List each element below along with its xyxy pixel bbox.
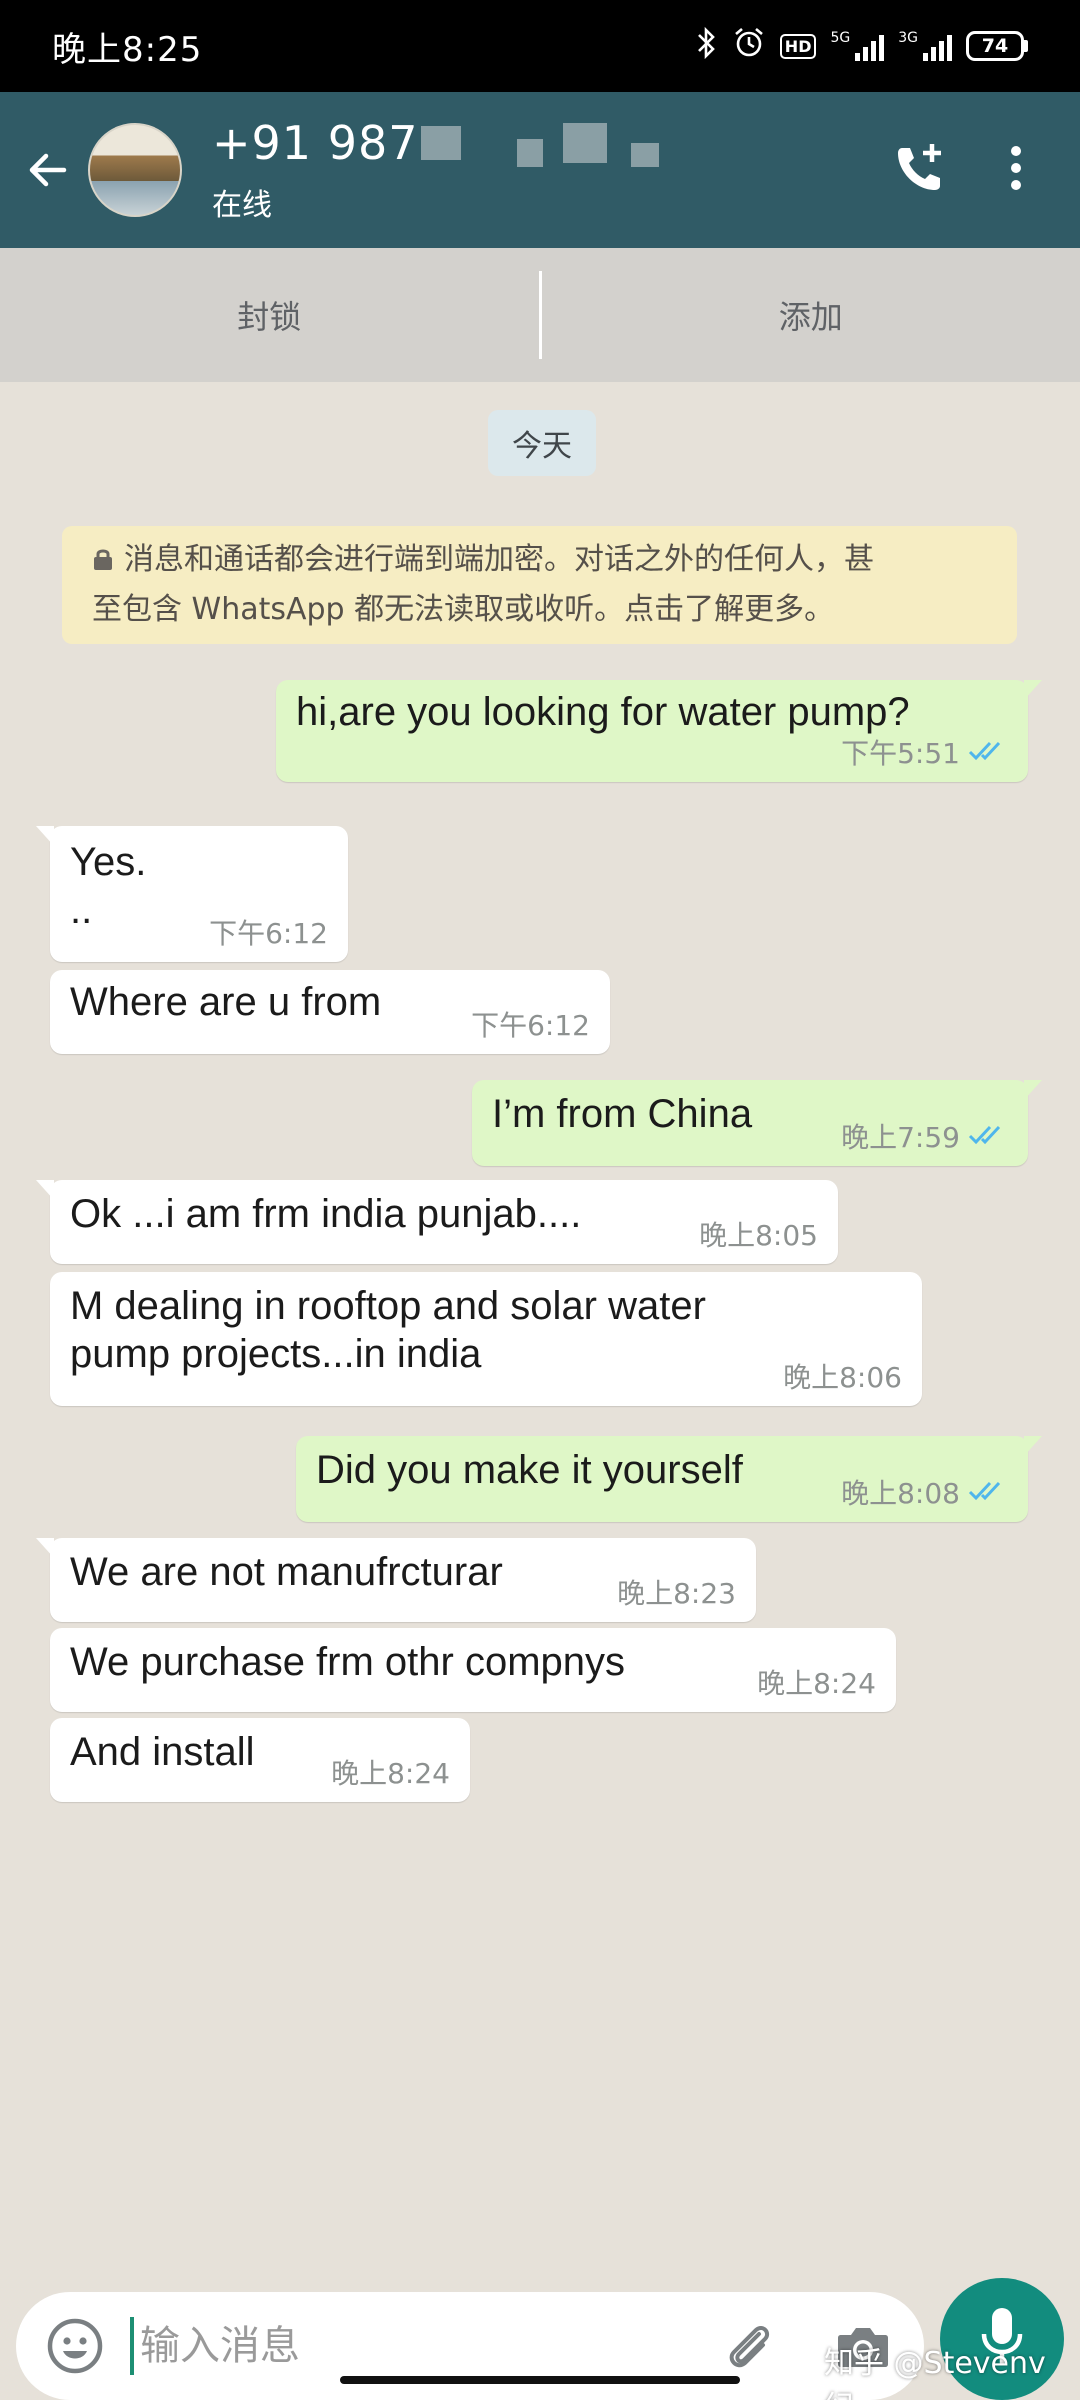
message-time: 晚上8:08 bbox=[841, 1477, 960, 1510]
message-outgoing[interactable]: hi,are you looking for water pump? 下午5:5… bbox=[276, 680, 1042, 782]
message-text: M dealing in rooftop and solar water bbox=[70, 1284, 706, 1328]
message-time: 晚上7:59 bbox=[841, 1121, 960, 1154]
message-time: 下午5:51 bbox=[841, 737, 960, 770]
bluetooth-icon bbox=[696, 26, 718, 67]
message-meta: 晚上8:06 bbox=[783, 1356, 902, 1396]
message-text-line2: .. bbox=[70, 888, 93, 932]
watermark: 知乎 @Stevenv 纪 bbox=[824, 2346, 1046, 2400]
contact-info[interactable]: +91 987 在线 bbox=[212, 116, 892, 224]
message-meta: 晚上8:24 bbox=[757, 1662, 876, 1702]
lock-icon bbox=[92, 538, 114, 586]
message-text: We are not manufrcturar bbox=[70, 1550, 503, 1594]
message-incoming[interactable]: And install 晚上8:24 bbox=[50, 1718, 470, 1802]
message-text: Did you make it yourself bbox=[316, 1448, 743, 1492]
message-text: Ok ...i am frm india punjab.... bbox=[70, 1192, 582, 1236]
status-icons: HD 5G 3G 74 bbox=[696, 26, 1028, 67]
date-chip: 今天 bbox=[488, 410, 596, 476]
emoji-icon[interactable] bbox=[40, 2311, 110, 2381]
message-incoming[interactable]: We are not manufrcturar 晚上8:23 bbox=[36, 1538, 756, 1622]
message-meta: 晚上8:05 bbox=[699, 1214, 818, 1254]
message-input[interactable] bbox=[140, 2323, 714, 2369]
message-meta: 晚上8:23 bbox=[617, 1572, 736, 1612]
message-text-line2: pump projects...in india bbox=[70, 1332, 482, 1376]
message-text: Where are u from bbox=[70, 980, 382, 1024]
message-text: And install bbox=[70, 1730, 255, 1774]
status-bar: 晚上8:25 HD 5G 3G 74 bbox=[0, 0, 1080, 92]
signal-3g-icon: 3G bbox=[898, 31, 952, 61]
alarm-icon bbox=[732, 26, 766, 67]
message-outgoing[interactable]: I’m from China 晚上7:59 bbox=[472, 1080, 1042, 1166]
redacted-number bbox=[420, 126, 461, 160]
read-ticks-icon bbox=[968, 736, 1008, 769]
message-incoming[interactable]: We purchase frm othr compnys 晚上8:24 bbox=[50, 1628, 896, 1712]
text-cursor bbox=[130, 2317, 134, 2375]
contact-status: 在线 bbox=[212, 188, 272, 223]
add-contact-button[interactable]: 添加 bbox=[542, 292, 1080, 338]
message-time: 晚上8:24 bbox=[331, 1757, 450, 1790]
block-button[interactable]: 封锁 bbox=[0, 292, 539, 338]
unknown-contact-actions: 封锁 添加 bbox=[0, 248, 1080, 382]
chat-header: +91 987 在线 bbox=[0, 92, 1080, 248]
message-meta: 下午5:51 bbox=[841, 732, 1008, 772]
message-text: Yes. bbox=[70, 840, 147, 884]
avatar[interactable] bbox=[88, 123, 182, 217]
attach-icon[interactable] bbox=[714, 2311, 784, 2381]
message-meta: 晚上7:59 bbox=[841, 1116, 1008, 1156]
message-meta: 下午6:12 bbox=[471, 1004, 590, 1044]
message-text: I’m from China bbox=[492, 1092, 753, 1136]
message-text: hi,are you looking for water pump? bbox=[296, 690, 910, 734]
home-indicator[interactable] bbox=[340, 2376, 740, 2384]
message-time: 晚上8:05 bbox=[699, 1219, 818, 1252]
message-time: 晚上8:23 bbox=[617, 1577, 736, 1610]
message-time: 下午6:12 bbox=[209, 917, 328, 950]
chat-area[interactable]: 今天 消息和通话都会进行端到端加密。对话之外的任何人，甚 至包含 WhatsAp… bbox=[0, 382, 1080, 2262]
message-incoming[interactable]: M dealing in rooftop and solar water pum… bbox=[50, 1272, 922, 1406]
hd-icon: HD bbox=[779, 33, 817, 59]
encryption-notice[interactable]: 消息和通话都会进行端到端加密。对话之外的任何人，甚 至包含 WhatsApp 都… bbox=[62, 526, 1017, 644]
add-call-icon[interactable] bbox=[892, 140, 948, 200]
read-ticks-icon bbox=[968, 1120, 1008, 1153]
message-time: 下午6:12 bbox=[471, 1009, 590, 1042]
battery-icon: 74 bbox=[966, 31, 1028, 61]
message-meta: 晚上8:24 bbox=[331, 1752, 450, 1792]
back-arrow-icon[interactable] bbox=[8, 130, 88, 210]
status-time: 晚上8:25 bbox=[52, 29, 203, 70]
message-text: We purchase frm othr compnys bbox=[70, 1640, 626, 1684]
more-options-icon[interactable] bbox=[1008, 143, 1024, 197]
message-incoming[interactable]: Where are u from 下午6:12 bbox=[50, 970, 610, 1054]
contact-name: +91 987 bbox=[212, 116, 892, 170]
message-time: 晚上8:06 bbox=[783, 1361, 902, 1394]
message-time: 晚上8:24 bbox=[757, 1667, 876, 1700]
message-meta: 下午6:12 bbox=[209, 912, 328, 952]
message-incoming[interactable]: Yes. .. 下午6:12 bbox=[36, 826, 348, 962]
message-meta: 晚上8:08 bbox=[841, 1472, 1008, 1512]
message-incoming[interactable]: Ok ...i am frm india punjab.... 晚上8:05 bbox=[36, 1180, 838, 1264]
message-outgoing[interactable]: Did you make it yourself 晚上8:08 bbox=[296, 1436, 1042, 1522]
read-ticks-icon bbox=[968, 1476, 1008, 1509]
signal-5g-icon: 5G bbox=[830, 31, 885, 61]
